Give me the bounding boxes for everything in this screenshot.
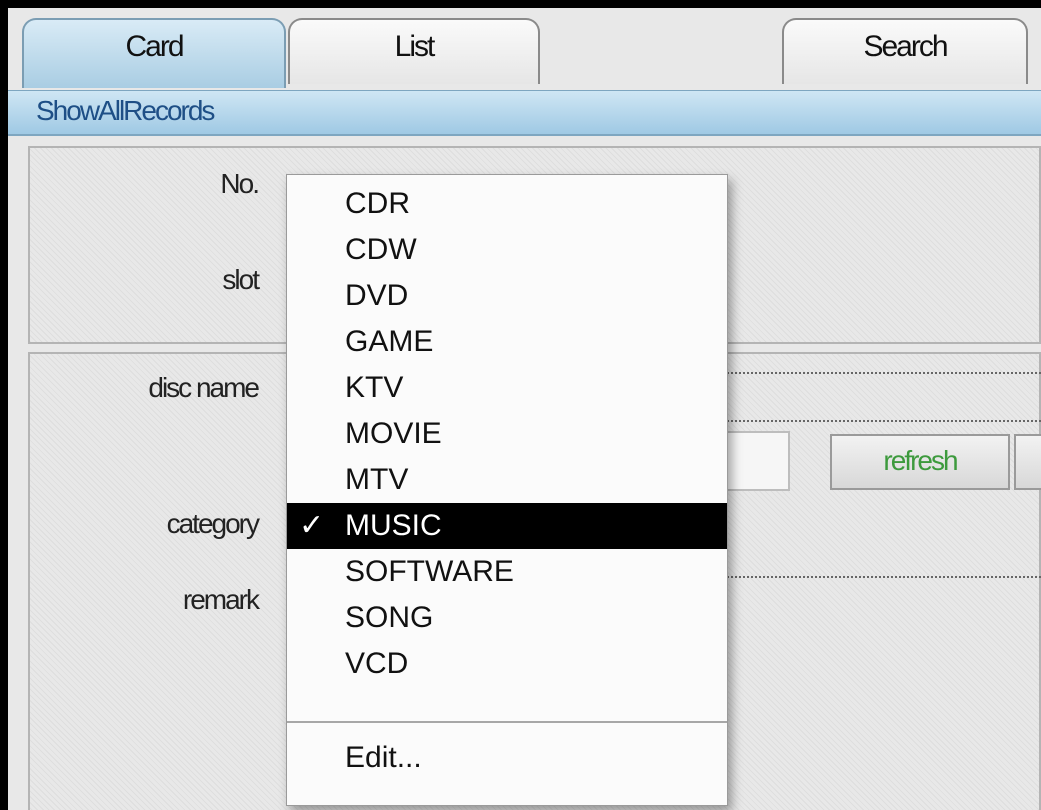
menu-item-music[interactable]: ✓ MUSIC — [287, 503, 727, 549]
slot-label: slot — [222, 264, 260, 295]
category-dropdown-menu: CDR CDW DVD GAME KTV MOVIE MTV ✓ MUSIC S… — [286, 174, 728, 806]
menu-separator — [287, 721, 727, 723]
menu-item-ktv[interactable]: KTV — [287, 365, 727, 411]
toolbar-strip: ShowAllRecords — [8, 90, 1041, 136]
disc-name-label: disc name — [148, 372, 260, 403]
next-button[interactable] — [1014, 434, 1041, 490]
menu-item-edit[interactable]: Edit... — [287, 735, 727, 781]
remark-label: remark — [182, 584, 260, 615]
tab-bar: Card List Search — [8, 8, 1041, 88]
app-window: Card List Search ShowAllRecords No. slot… — [8, 8, 1041, 810]
remark-field[interactable] — [708, 576, 1041, 578]
menu-item-cdw[interactable]: CDW — [287, 227, 727, 273]
tab-search[interactable]: Search — [782, 18, 1028, 84]
menu-item-cdr[interactable]: CDR — [287, 181, 727, 227]
show-all-records-link[interactable]: ShowAllRecords — [36, 95, 215, 127]
menu-item-mtv[interactable]: MTV — [287, 457, 727, 503]
menu-item-movie[interactable]: MOVIE — [287, 411, 727, 457]
menu-item-song[interactable]: SONG — [287, 595, 727, 641]
tab-list[interactable]: List — [288, 18, 540, 84]
screen: Card List Search ShowAllRecords No. slot… — [0, 0, 1041, 810]
menu-item-software[interactable]: SOFTWARE — [287, 549, 727, 595]
menu-item-vcd[interactable]: VCD — [287, 641, 727, 687]
tab-card[interactable]: Card — [22, 18, 286, 88]
menu-item-game[interactable]: GAME — [287, 319, 727, 365]
category-label: category — [166, 508, 260, 539]
menu-item-dvd[interactable]: DVD — [287, 273, 727, 319]
disc-name-field-underline — [708, 420, 1041, 422]
refresh-button[interactable]: refresh — [830, 434, 1010, 490]
disc-name-field[interactable] — [708, 372, 1041, 374]
no-label: No. — [220, 168, 260, 199]
checkmark-icon: ✓ — [299, 509, 325, 542]
